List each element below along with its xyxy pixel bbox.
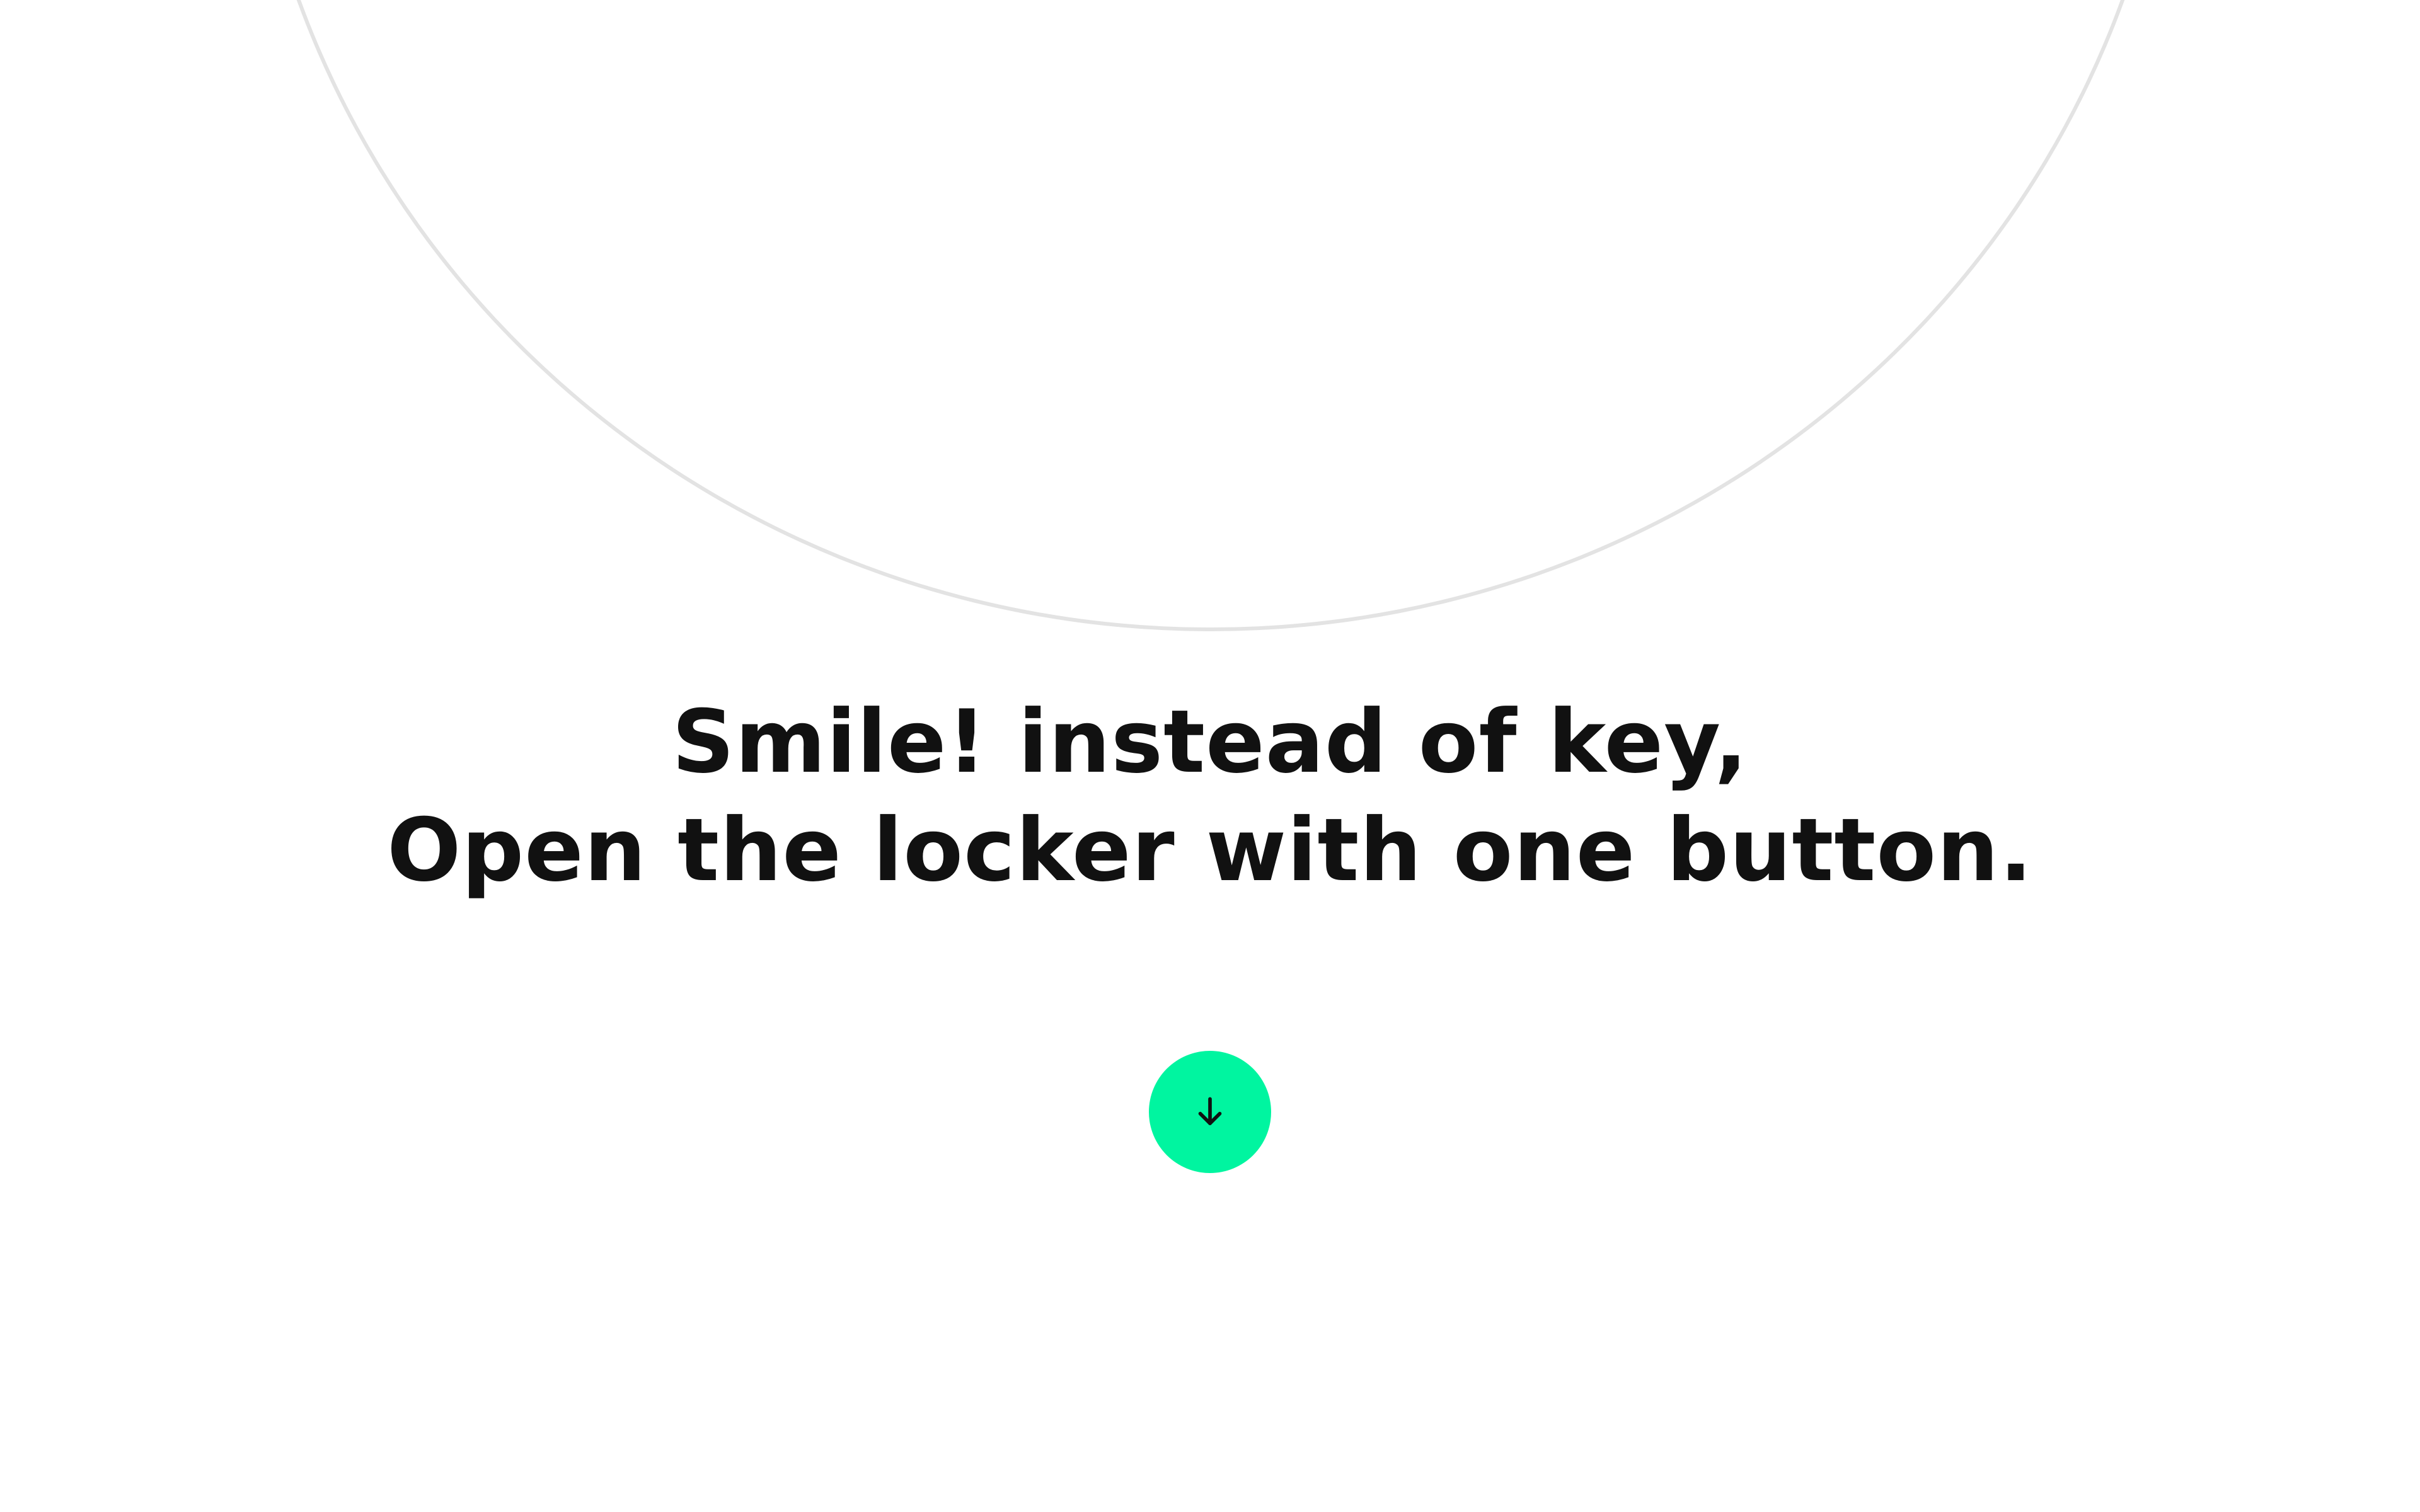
headline-line-2: Open the locker with one button. xyxy=(387,799,2033,901)
arrow-down-icon xyxy=(1190,1092,1230,1131)
scroll-down-button[interactable] xyxy=(1149,1051,1271,1173)
hero-section: Smile! instead of key, Open the locker w… xyxy=(0,0,2420,1512)
headline-line-1: Smile! instead of key, xyxy=(672,691,1748,793)
decorative-circle xyxy=(241,0,2181,631)
hero-headline: Smile! instead of key, Open the locker w… xyxy=(0,688,2420,905)
